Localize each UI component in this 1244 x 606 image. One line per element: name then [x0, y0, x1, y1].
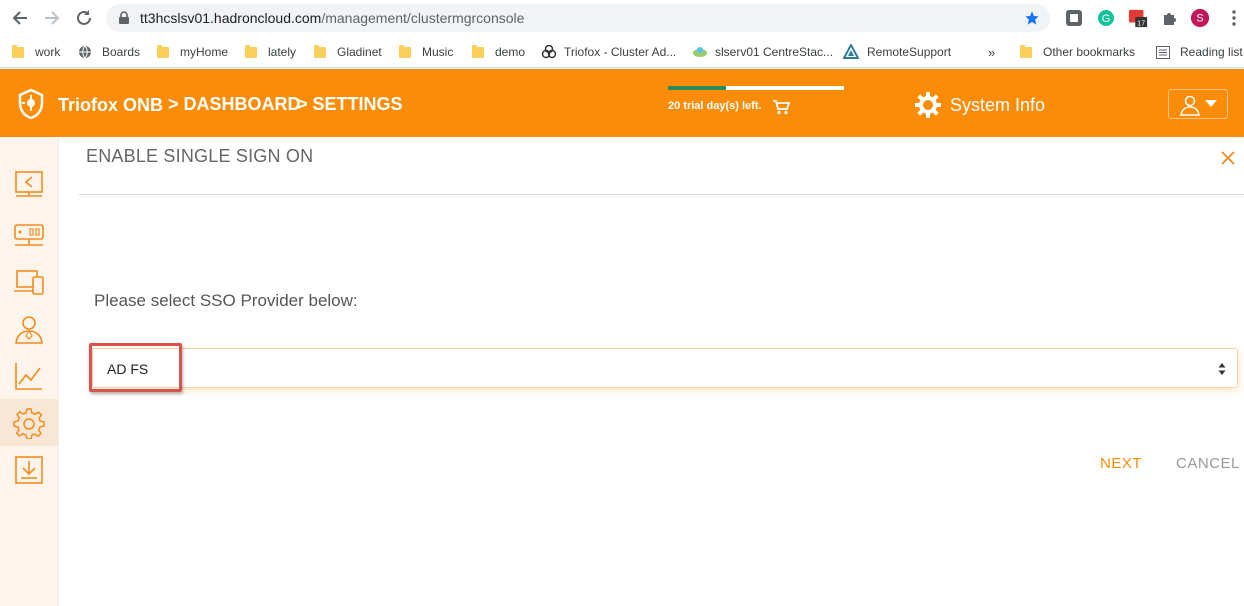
bookmark-item[interactable]: work — [12, 42, 60, 62]
sidebar-item-users[interactable] — [0, 305, 58, 352]
puzzle-extensions-icon[interactable] — [1160, 8, 1180, 28]
calendar-badge: 17 — [1137, 18, 1145, 27]
breadcrumb-settings[interactable]: > SETTINGS — [297, 94, 403, 115]
folder-icon — [472, 44, 484, 58]
triofox-icon — [541, 45, 557, 59]
gear-icon[interactable] — [914, 91, 942, 119]
bookmark-label: Triofox - Cluster Ad... — [564, 45, 677, 59]
user-menu-button[interactable] — [1168, 89, 1228, 119]
address-bar[interactable]: tt3hcslsv01.hadroncloud.com/management/c… — [106, 4, 1050, 32]
bookmarks-bar: work Boards myHome lately Gladinet Music… — [0, 36, 1244, 68]
bookmark-item[interactable]: Triofox - Cluster Ad... — [541, 42, 676, 62]
cart-icon[interactable] — [772, 99, 790, 115]
brand-name[interactable]: Triofox ONB — [58, 95, 163, 116]
folder-icon — [245, 44, 257, 58]
other-bookmarks-label: Other bookmarks — [1043, 45, 1136, 59]
server-icon — [14, 223, 44, 246]
url-host: tt3hcslsv01.hadroncloud.com — [140, 10, 322, 26]
cancel-button[interactable]: CANCEL — [1176, 455, 1240, 472]
devices-icon — [14, 269, 44, 295]
calendar-extension-icon[interactable]: 17 — [1128, 8, 1148, 28]
reading-list-icon — [1156, 45, 1170, 59]
globe-icon — [79, 45, 91, 59]
shared-folder-icon — [15, 170, 43, 197]
lock-icon — [119, 11, 129, 24]
user-icon — [15, 315, 43, 344]
title-divider — [79, 194, 1244, 195]
grammarly-icon[interactable]: G — [1096, 8, 1116, 28]
svg-text:S: S — [1196, 13, 1203, 25]
bookmark-star-icon[interactable] — [1024, 10, 1040, 26]
next-button[interactable]: NEXT — [1100, 455, 1142, 472]
folder-icon — [157, 44, 169, 58]
url-path: /management/clustermgrconsole — [321, 10, 525, 26]
bookmark-item[interactable]: slserv01 CentreStac... — [692, 42, 833, 62]
trial-days-text: 20 trial day(s) left. — [668, 100, 762, 112]
gear-icon — [13, 407, 45, 439]
svg-text:G: G — [1102, 13, 1111, 25]
page-title: ENABLE SINGLE SIGN ON — [86, 146, 314, 166]
annotation-highlight-box — [89, 343, 182, 392]
app-header: Triofox ONB > DASHBOARD > SETTINGS 20 tr… — [0, 69, 1244, 137]
select-arrows-icon — [1218, 363, 1226, 375]
profile-avatar[interactable]: S — [1190, 8, 1210, 28]
caret-down-icon — [1205, 100, 1217, 107]
folder-icon — [12, 44, 24, 58]
bookmark-label: demo — [495, 45, 526, 59]
download-icon — [15, 455, 43, 484]
reading-list-label: Reading list — [1180, 45, 1243, 59]
bookmark-label: lately — [268, 45, 297, 59]
bookmark-item[interactable]: Boards — [78, 42, 140, 62]
bookmark-label: Boards — [102, 45, 141, 59]
forward-button[interactable] — [40, 6, 64, 30]
triofox-logo-icon — [18, 88, 44, 120]
close-icon[interactable] — [1220, 150, 1236, 166]
bookmark-item[interactable]: demo — [472, 42, 525, 62]
folder-icon — [1020, 44, 1032, 58]
bookmarks-overflow-button[interactable]: » — [988, 42, 995, 62]
other-bookmarks[interactable]: Other bookmarks — [1020, 42, 1135, 62]
sidebar — [0, 137, 59, 606]
bookmark-item[interactable]: myHome — [157, 42, 228, 62]
bookmark-label: work — [35, 45, 61, 59]
browser-menu-icon[interactable] — [1224, 8, 1244, 28]
sidebar-item-settings[interactable] — [0, 399, 58, 446]
trial-progress-bar — [668, 86, 844, 90]
bookmark-label: slserv01 CentreStac... — [715, 45, 834, 59]
folder-icon — [399, 44, 411, 58]
sidebar-item-cluster[interactable] — [0, 211, 58, 258]
sso-provider-select[interactable]: AD FS — [92, 348, 1238, 388]
bookmark-label: Music — [422, 45, 454, 59]
overflow-chevron-icon: » — [988, 44, 996, 60]
bookmark-item[interactable]: RemoteSupport — [843, 42, 951, 62]
trial-progress-fill — [668, 86, 727, 90]
remote-support-icon — [843, 44, 859, 59]
bookmark-label: myHome — [180, 45, 229, 59]
centrestack-icon — [693, 47, 707, 57]
folder-icon — [314, 44, 326, 58]
extension-icon[interactable] — [1064, 8, 1084, 28]
user-icon — [1180, 95, 1200, 116]
bookmark-item[interactable]: lately — [245, 42, 296, 62]
sidebar-item-downloads[interactable] — [0, 446, 58, 493]
browser-toolbar: tt3hcslsv01.hadroncloud.com/management/c… — [0, 0, 1244, 36]
sidebar-item-shares[interactable] — [0, 161, 58, 208]
sidebar-item-reports[interactable] — [0, 352, 58, 399]
bookmark-label: Gladinet — [337, 45, 382, 59]
sso-prompt-label: Please select SSO Provider below: — [94, 291, 358, 310]
reading-list[interactable]: Reading list — [1156, 42, 1243, 62]
bookmark-item[interactable]: Music — [399, 42, 453, 62]
chart-icon — [15, 362, 42, 390]
address-url: tt3hcslsv01.hadroncloud.com/management/c… — [140, 10, 524, 26]
breadcrumb-dashboard[interactable]: > DASHBOARD — [168, 94, 301, 115]
back-button[interactable] — [8, 6, 32, 30]
bookmark-label: RemoteSupport — [867, 45, 952, 59]
sidebar-item-devices[interactable] — [0, 258, 58, 305]
bookmark-item[interactable]: Gladinet — [314, 42, 382, 62]
reload-button[interactable] — [72, 6, 96, 30]
system-info-link[interactable]: System Info — [950, 95, 1045, 116]
